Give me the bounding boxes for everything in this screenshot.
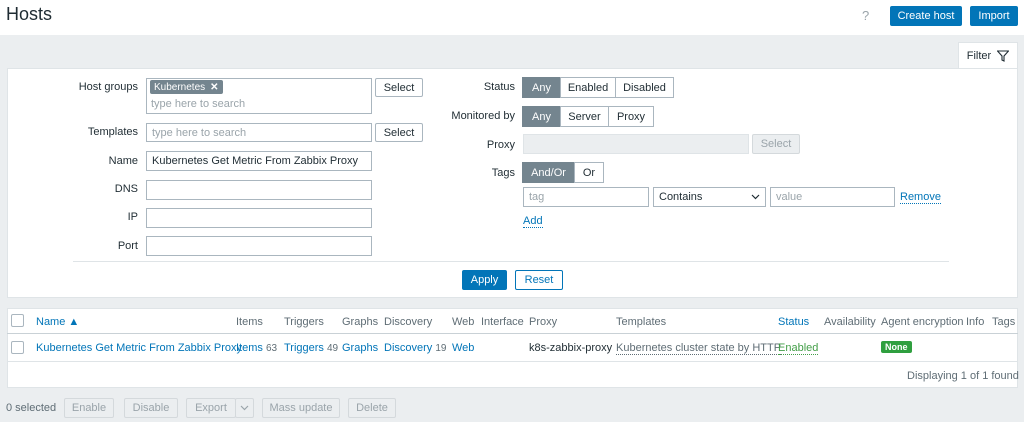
- create-host-button[interactable]: Create host: [890, 6, 962, 26]
- tags-and-or[interactable]: And/Or: [522, 162, 575, 183]
- row-divider: [7, 361, 1018, 362]
- tab-filter[interactable]: Filter: [958, 42, 1018, 69]
- name-label: Name: [108, 155, 138, 167]
- discovery-link[interactable]: Discovery: [384, 342, 432, 354]
- page-title: Hosts: [6, 4, 53, 24]
- status-toggle[interactable]: Enabled: [778, 342, 819, 355]
- mass-update-button: Mass update: [262, 398, 340, 418]
- tag-input[interactable]: tag: [523, 187, 649, 207]
- tag-operator-select[interactable]: Contains: [653, 187, 766, 207]
- tags-label: Tags: [491, 167, 515, 179]
- col-items: Items: [236, 316, 263, 328]
- col-discovery: Discovery: [384, 316, 433, 328]
- enable-button: Enable: [64, 398, 114, 418]
- items-cell: Items 63: [236, 342, 277, 354]
- triggers-count: 49: [327, 343, 339, 354]
- import-button[interactable]: Import: [970, 6, 1018, 26]
- triggers-cell: Triggers 49: [284, 342, 338, 354]
- proxy-label: Proxy: [486, 139, 515, 151]
- export-dropdown: [235, 398, 254, 418]
- host-name-link[interactable]: Kubernetes Get Metric From Zabbix Proxy: [36, 342, 242, 354]
- template-link[interactable]: Kubernetes cluster state by HTTP: [616, 342, 782, 355]
- graphs-link[interactable]: Graphs: [342, 342, 378, 354]
- filter-tab-label: Filter: [966, 50, 992, 62]
- col-availability: Availability: [824, 316, 876, 328]
- web-link[interactable]: Web: [452, 342, 474, 354]
- chevron-down-icon: [751, 194, 760, 200]
- disable-button: Disable: [124, 398, 178, 418]
- chip-label: Kubernetes: [154, 81, 206, 93]
- col-web: Web: [452, 316, 475, 328]
- col-triggers: Triggers: [284, 316, 324, 328]
- dns-input[interactable]: [146, 180, 372, 200]
- host-groups-label: Host groups: [78, 81, 138, 93]
- pagination-summary: Displaying 1 of 1 found: [907, 370, 1019, 382]
- filter-divider: [73, 261, 949, 262]
- funnel-icon: [997, 50, 1010, 62]
- tag-operator-value: Contains: [659, 191, 703, 203]
- monitored-proxy[interactable]: Proxy: [608, 106, 654, 127]
- col-name[interactable]: Name ▲: [36, 316, 79, 328]
- tags-or[interactable]: Or: [574, 162, 604, 183]
- monitored-any[interactable]: Any: [522, 106, 561, 127]
- chevron-down-icon: [240, 405, 249, 411]
- help-icon[interactable]: ?: [862, 8, 869, 23]
- proxy-input: [523, 134, 749, 154]
- ip-input[interactable]: [146, 208, 372, 228]
- status-any[interactable]: Any: [522, 77, 561, 98]
- reset-button[interactable]: Reset: [515, 270, 563, 290]
- col-info: Info: [966, 316, 985, 328]
- page-header: [0, 0, 1024, 35]
- monitored-server[interactable]: Server: [560, 106, 609, 127]
- templates-label: Templates: [87, 126, 138, 138]
- triggers-link[interactable]: Triggers: [284, 342, 324, 354]
- port-input[interactable]: [146, 236, 372, 256]
- host-groups-placeholder: type here to search: [151, 98, 246, 110]
- status-disabled[interactable]: Disabled: [615, 77, 674, 98]
- col-interface: Interface: [481, 316, 524, 328]
- proxy-select-button: Select: [752, 134, 800, 154]
- items-count: 63: [265, 343, 278, 354]
- discovery-cell: Discovery 19: [384, 342, 446, 354]
- delete-button: Delete: [348, 398, 396, 418]
- status-segmented[interactable]: Any Enabled Disabled: [522, 77, 674, 98]
- port-label: Port: [117, 240, 138, 252]
- ip-label: IP: [127, 211, 138, 223]
- selected-count: 0 selected: [6, 402, 57, 414]
- apply-button[interactable]: Apply: [462, 270, 507, 290]
- col-status[interactable]: Status: [778, 316, 809, 328]
- encryption-badge: None: [881, 341, 912, 353]
- status-label: Status: [483, 81, 515, 93]
- export-button: Export: [186, 398, 236, 418]
- templates-select-button[interactable]: Select: [375, 123, 423, 142]
- host-groups-select-button[interactable]: Select: [375, 78, 423, 97]
- proxy-cell: k8s-zabbix-proxy: [529, 342, 613, 354]
- discovery-count: 19: [435, 343, 447, 354]
- add-tag-link[interactable]: Add: [523, 215, 543, 228]
- tag-value-input[interactable]: value: [770, 187, 895, 207]
- row-checkbox[interactable]: [11, 341, 24, 354]
- select-all-checkbox[interactable]: [11, 314, 24, 327]
- host-group-chip: Kubernetes ✕: [150, 80, 223, 94]
- col-templates: Templates: [616, 316, 667, 328]
- items-link[interactable]: Items: [236, 342, 263, 354]
- status-enabled[interactable]: Enabled: [560, 77, 616, 98]
- dns-label: DNS: [114, 183, 138, 195]
- close-icon[interactable]: ✕: [210, 82, 218, 93]
- col-graphs: Graphs: [342, 316, 379, 328]
- monitored-by-label: Monitored by: [451, 110, 515, 122]
- remove-tag-link[interactable]: Remove: [900, 191, 941, 204]
- monitored-by-segmented[interactable]: Any Server Proxy: [522, 106, 654, 127]
- col-proxy: Proxy: [529, 316, 558, 328]
- col-tags: Tags: [992, 316, 1016, 328]
- name-input[interactable]: Kubernetes Get Metric From Zabbix Proxy: [146, 151, 372, 171]
- tags-segmented[interactable]: And/Or Or: [522, 162, 604, 183]
- templates-input[interactable]: type here to search: [146, 123, 372, 142]
- header-divider: [7, 333, 1018, 334]
- col-agent-encryption: Agent encryption: [881, 316, 964, 328]
